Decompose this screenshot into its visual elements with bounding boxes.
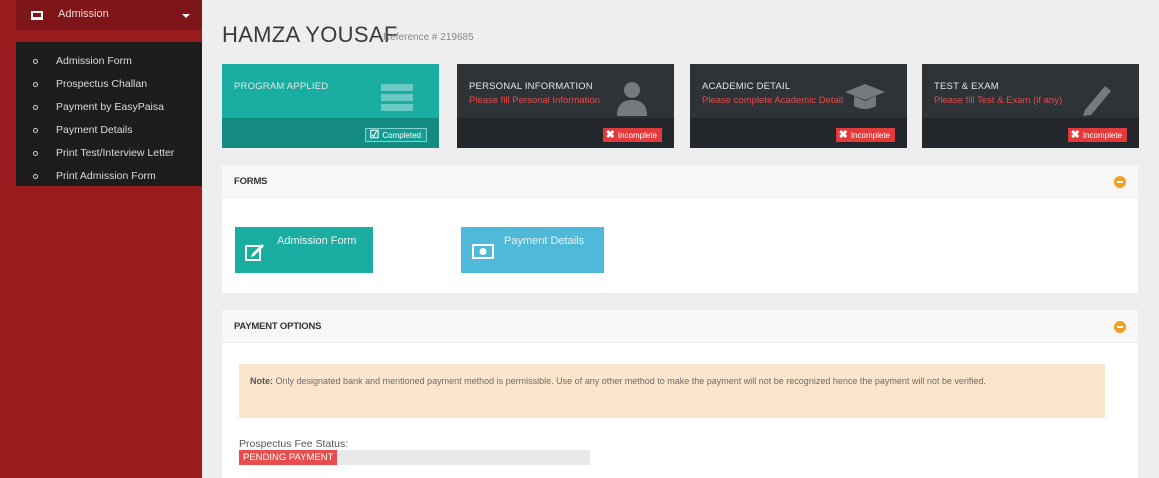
list-icon [381, 84, 413, 111]
pencil-icon [1083, 86, 1111, 116]
page-title: HAMZA YOUSAF [222, 22, 398, 47]
status-badge: ✖ Incomplete [602, 128, 662, 142]
sidebar-menu: Admission Form Prospectus Challan Paymen… [16, 42, 202, 186]
tile-subtitle: Please fill Test & Exam (if any) [934, 95, 1063, 106]
edit-icon [245, 244, 264, 261]
user-icon [617, 82, 647, 116]
graduation-cap-icon [845, 84, 885, 109]
sidebar-item-payment-details[interactable]: Payment Details [16, 119, 202, 142]
tile-subtitle: Please complete Academic Detail [702, 95, 843, 106]
sidebar-item-label: Print Test/Interview Letter [56, 147, 175, 159]
note-prefix: Note: [250, 376, 273, 386]
money-icon [472, 244, 494, 259]
fee-status-bar: PENDING PAYMENT [239, 450, 590, 465]
status-badge: PENDING PAYMENT [239, 450, 338, 465]
sidebar-item-label: Payment Details [56, 124, 133, 136]
laptop-icon [31, 11, 43, 20]
panel-header: FORMS [222, 165, 1138, 198]
panel-title: FORMS [234, 176, 268, 187]
status-badge-label: Incomplete [1082, 130, 1122, 140]
sidebar-item-print-admission-form[interactable]: Print Admission Form [16, 165, 202, 188]
tile-title: PROGRAM APPLIED [234, 81, 329, 92]
sidebar-item-payment-easypaisa[interactable]: Payment by EasyPaisa [16, 96, 202, 119]
status-badge: ☑ Completed [365, 128, 427, 142]
tile-title: PERSONAL INFORMATION [469, 81, 593, 92]
sidebar: Admission Admission Form Prospectus Chal… [0, 0, 202, 478]
panel-header: PAYMENT OPTIONS [222, 310, 1138, 343]
circle-icon [33, 59, 38, 64]
sidebar-item-label: Print Admission Form [56, 170, 156, 182]
tile-program-applied[interactable]: PROGRAM APPLIED ☑ Completed [222, 64, 439, 148]
caret-down-icon [182, 14, 190, 18]
sidebar-item-label: Payment by EasyPaisa [56, 101, 164, 113]
tile-footer: ✖ Incomplete [457, 118, 674, 148]
panel-title: PAYMENT OPTIONS [234, 321, 322, 332]
sidebar-item-admission-form[interactable]: Admission Form [16, 50, 202, 73]
close-icon: ✖ [838, 128, 848, 141]
status-badge: ✖ Incomplete [1067, 128, 1127, 142]
sidebar-item-label: Admission Form [56, 55, 132, 67]
tile-footer: ✖ Incomplete [922, 118, 1139, 148]
admission-form-button[interactable]: Admission Form [235, 227, 373, 273]
collapse-icon[interactable] [1114, 176, 1126, 188]
button-label: Admission Form [277, 235, 357, 247]
circle-icon [33, 151, 38, 156]
status-badge-label: Completed [382, 130, 421, 140]
sidebar-section-admission[interactable]: Admission [16, 0, 202, 30]
status-badge-label: Incomplete [850, 130, 890, 140]
tile-academic-detail[interactable]: ACADEMIC DETAIL Please complete Academic… [690, 64, 907, 148]
tile-footer: ☑ Completed [222, 118, 439, 148]
close-icon: ✖ [1070, 128, 1080, 141]
collapse-icon[interactable] [1114, 321, 1126, 333]
circle-icon [33, 82, 38, 87]
tile-title: TEST & EXAM [934, 81, 999, 92]
payment-details-button[interactable]: Payment Details [461, 227, 604, 273]
sidebar-section-label: Admission [58, 8, 109, 20]
status-badge: ✖ Incomplete [835, 128, 895, 142]
circle-icon [33, 105, 38, 110]
sidebar-item-print-test-letter[interactable]: Print Test/Interview Letter [16, 142, 202, 165]
sidebar-item-prospectus-challan[interactable]: Prospectus Challan [16, 73, 202, 96]
forms-panel: FORMS Admission Form Payment Details [222, 165, 1138, 293]
note-text: Only designated bank and mentioned payme… [275, 376, 986, 386]
payment-options-panel: PAYMENT OPTIONS Note: Only designated ba… [222, 310, 1138, 478]
circle-icon [33, 128, 38, 133]
status-badge-label: Incomplete [617, 130, 657, 140]
reference-number: Reference # 219685 [383, 32, 474, 43]
sidebar-item-label: Prospectus Challan [56, 78, 148, 90]
fee-status-label: Prospectus Fee Status: [239, 438, 349, 450]
button-label: Payment Details [504, 235, 585, 247]
tile-footer: ✖ Incomplete [690, 118, 907, 148]
tile-title: ACADEMIC DETAIL [702, 81, 791, 92]
circle-icon [33, 174, 38, 179]
checkbox-checked-icon: ☑ [369, 128, 380, 141]
tile-subtitle: Please fill Personal Information [469, 95, 600, 106]
tile-personal-information[interactable]: PERSONAL INFORMATION Please fill Persona… [457, 64, 674, 148]
close-icon: ✖ [605, 128, 615, 141]
tile-test-exam[interactable]: TEST & EXAM Please fill Test & Exam (if … [922, 64, 1139, 148]
payment-note: Note: Only designated bank and mentioned… [239, 364, 1105, 418]
